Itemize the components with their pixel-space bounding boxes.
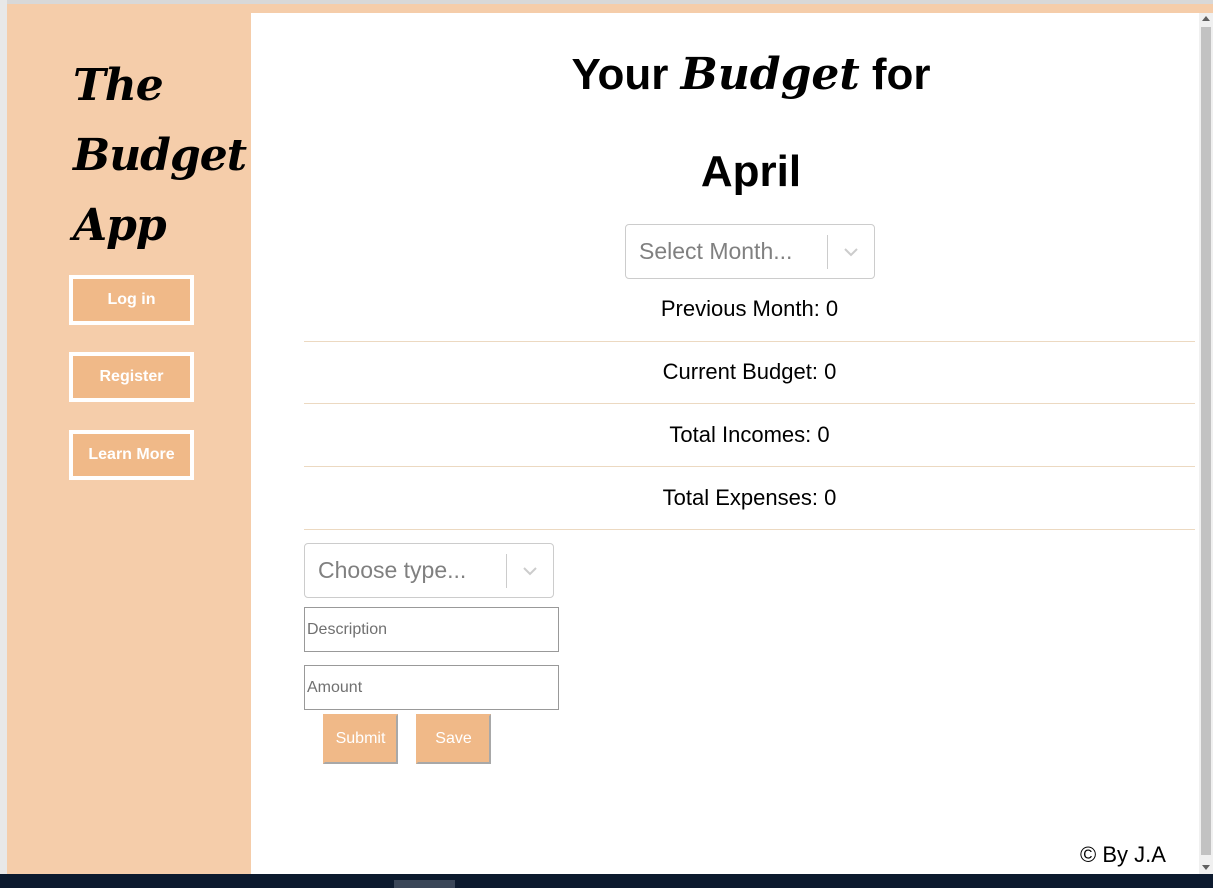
login-button[interactable]: Log in [69, 275, 194, 325]
month-select-placeholder: Select Month... [639, 238, 793, 264]
window-left-edge [0, 0, 7, 874]
taskbar [0, 874, 1213, 888]
title-prefix: Your [571, 50, 669, 99]
title-suffix: for [871, 50, 931, 99]
sidebar: The Budget App Log in Register Learn Mor… [7, 13, 251, 874]
type-select[interactable]: Choose type... [304, 543, 554, 598]
submit-button[interactable]: Submit [323, 714, 398, 764]
logo-line-2: Budget [73, 130, 247, 181]
total-expenses-stat: Total Expenses: 0 [662, 485, 837, 510]
current-budget-stat: Current Budget: 0 [662, 359, 837, 384]
chevron-down-icon[interactable] [507, 566, 553, 576]
footer-credit: © By J.A [1080, 842, 1166, 867]
scroll-down-icon[interactable] [1202, 865, 1210, 870]
main-content: Your Budget for April Select Month... Pr… [251, 13, 1199, 874]
divider [304, 529, 1195, 530]
amount-input[interactable] [304, 665, 559, 710]
browser-top-strip [0, 0, 1213, 13]
vertical-scrollbar[interactable] [1199, 13, 1213, 874]
month-select[interactable]: Select Month... [625, 224, 875, 279]
scroll-up-icon[interactable] [1202, 16, 1210, 21]
type-select-placeholder: Choose type... [318, 557, 467, 583]
learn-more-button[interactable]: Learn More [69, 430, 194, 480]
page-title: Your Budget for [251, 49, 1213, 100]
scrollbar-thumb[interactable] [1201, 27, 1211, 855]
divider [304, 466, 1195, 467]
description-input[interactable] [304, 607, 559, 652]
register-button[interactable]: Register [69, 352, 194, 402]
previous-month-stat: Previous Month: 0 [660, 296, 839, 321]
current-month-title: April [700, 147, 802, 196]
logo-line-1: The [73, 60, 164, 111]
app-logo: The Budget App [73, 51, 247, 261]
taskbar-item[interactable] [394, 880, 455, 888]
save-button[interactable]: Save [416, 714, 491, 764]
chevron-down-icon[interactable] [828, 247, 874, 257]
divider [304, 341, 1195, 342]
title-script-word: Budget [680, 49, 860, 100]
logo-line-3: App [73, 200, 167, 251]
divider [304, 403, 1195, 404]
total-incomes-stat: Total Incomes: 0 [669, 422, 830, 447]
